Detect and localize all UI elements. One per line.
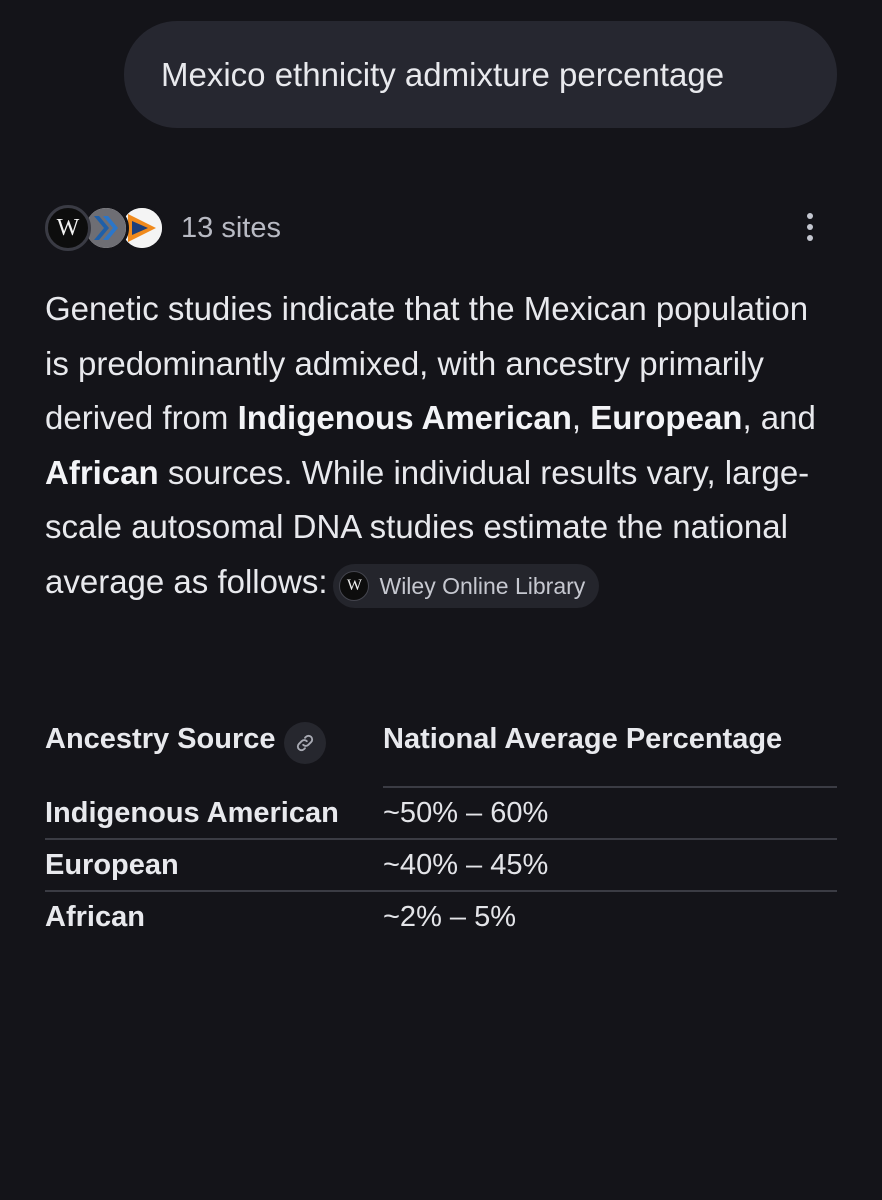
- answer-paragraph: Genetic studies indicate that the Mexica…: [45, 282, 835, 609]
- source-favicons: W: [45, 203, 167, 253]
- citation-label: Wiley Online Library: [379, 572, 586, 599]
- sites-count: 13 sites: [181, 211, 281, 244]
- table-header-row: Ancestry Source National Average Percent…: [45, 714, 837, 788]
- ancestry-source-cell: African: [45, 890, 383, 942]
- query-text: Mexico ethnicity admixture percentage: [161, 55, 725, 93]
- percentage-cell: ~40% – 45%: [383, 838, 837, 891]
- table-header-national-average: National Average Percentage: [383, 714, 837, 788]
- user-query-bubble[interactable]: Mexico ethnicity admixture percentage: [124, 21, 837, 128]
- link-icon[interactable]: [283, 722, 326, 764]
- more-options-icon[interactable]: [792, 207, 828, 247]
- wiley-w-icon: W: [339, 570, 370, 601]
- percentage-cell: ~50% – 60%: [383, 797, 549, 829]
- table-row: African ~2% – 5%: [45, 890, 837, 942]
- sources-button[interactable]: W 13 sites: [45, 203, 281, 253]
- ancestry-source-cell: Indigenous American: [45, 797, 339, 829]
- citation-chip[interactable]: W Wiley Online Library: [333, 563, 600, 608]
- wiley-w-icon: W: [45, 205, 91, 251]
- ancestry-source-cell: European: [45, 838, 383, 891]
- percentage-cell: ~2% – 5%: [383, 890, 837, 942]
- ancestry-table: Ancestry Source National Average Percent…: [45, 714, 837, 942]
- table-header-ancestry-source: Ancestry Source: [45, 714, 383, 787]
- table-row: Indigenous American ~50% – 60%: [45, 787, 837, 839]
- table-row: European ~40% – 45%: [45, 838, 837, 891]
